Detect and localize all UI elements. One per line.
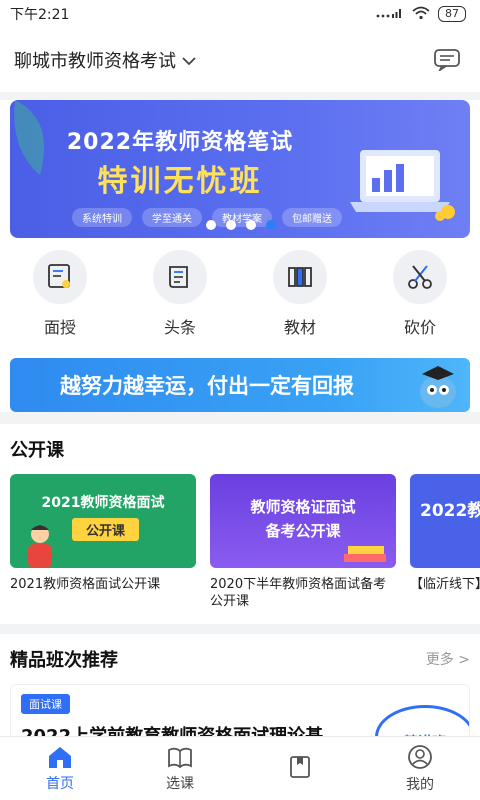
tab-label: 首页 [46, 775, 74, 792]
books-icon [273, 250, 327, 304]
message-icon[interactable] [434, 49, 460, 71]
top-header: 聊城市教师资格考试 [0, 28, 480, 92]
quick-link-face-teaching[interactable]: 面授 [15, 250, 105, 338]
course-thumb-subtitle: 备考公开课 [265, 522, 341, 540]
course-card[interactable]: 2022教 【临沂线下】师招考辅导 [410, 474, 480, 610]
course-carousel[interactable]: 2021教师资格面试 公开课 2021教师资格面试公开课 教师资格证面试 备考公… [0, 474, 480, 610]
course-caption: 2020下半年教师资格面试备考公开课 [210, 577, 387, 609]
banner-tag: 系统特训 [72, 208, 132, 227]
home-icon [49, 746, 71, 768]
banner-tag: 学至通关 [142, 208, 202, 227]
bottom-tab-bar: 首页 选课 我的 [0, 736, 480, 800]
carousel-dots [206, 220, 276, 230]
quick-link-label: 教材 [283, 318, 316, 337]
slogan-text: 越努力越幸运，付出一定有回报 [60, 374, 354, 398]
wifi-icon [412, 6, 430, 23]
course-thumb-title: 教师资格证面试 [250, 498, 356, 516]
top-card: 2022年教师资格笔试 特训无忧班 系统特训 学至通关 教材学案 包邮赠送 面授… [0, 100, 480, 412]
quick-link-label: 砍价 [403, 318, 436, 337]
banner-subtitle: 特训无忧班 [97, 164, 263, 199]
tab-profile[interactable]: 我的 [380, 744, 460, 794]
course-card[interactable]: 教师资格证面试 备考公开课 2020下半年教师资格面试备考公开课 [210, 474, 396, 610]
carousel-dot-active[interactable] [266, 220, 276, 230]
banner-title: 2022年教师资格笔试 [66, 130, 294, 155]
course-thumb-title: 2022教 [420, 501, 480, 521]
tab-courses[interactable]: 选课 [140, 745, 220, 793]
banner-tag: 包邮赠送 [282, 208, 342, 227]
chevron-down-icon [182, 50, 196, 71]
teacher-board-icon [33, 250, 87, 304]
course-caption: 2021教师资格面试公开课 [10, 577, 161, 592]
tab-label: 选课 [166, 775, 194, 792]
course-type-badge: 面试课 [21, 694, 70, 714]
course-thumbnail: 教师资格证面试 备考公开课 [210, 474, 396, 568]
carousel-dot[interactable] [226, 220, 236, 230]
quick-link-headlines[interactable]: 头条 [135, 250, 225, 338]
scissors-icon [393, 250, 447, 304]
tab-label: 我的 [406, 776, 434, 793]
status-time: 下午2:21 [10, 7, 70, 23]
course-thumb-title: 2021教师资格面试 [41, 495, 165, 511]
status-bar: 下午2:21 87 [0, 0, 480, 28]
course-thumbnail: 2021教师资格面试 公开课 [10, 474, 196, 568]
quick-link-bargain[interactable]: 砍价 [375, 250, 465, 338]
user-icon [408, 744, 432, 769]
tab-home[interactable]: 首页 [20, 745, 100, 793]
more-link[interactable]: 更多 > [426, 649, 470, 669]
course-thumb-button: 公开课 [72, 518, 140, 541]
course-card[interactable]: 2021教师资格面试 公开课 2021教师资格面试公开课 [10, 474, 196, 610]
main-content: 2022年教师资格笔试 特训无忧班 系统特训 学至通关 教材学案 包邮赠送 面授… [0, 92, 480, 748]
quick-link-label: 头条 [163, 318, 196, 337]
recommend-header: 精品班次推荐 更多 > [0, 646, 480, 684]
open-courses-section: 公开课 2021教师资格面试 公开课 2021教师资格面试公开课 教师资格证面试… [0, 424, 480, 624]
quick-links: 面授 头条 教材 砍价 [0, 238, 480, 342]
laptop-illustration-icon [350, 150, 455, 221]
signal-icon [376, 7, 404, 22]
promo-banner[interactable]: 2022年教师资格笔试 特训无忧班 系统特训 学至通关 教材学案 包邮赠送 [10, 100, 470, 238]
open-courses-header: 公开课 [0, 436, 480, 474]
status-indicators: 87 [376, 6, 466, 23]
city-selector[interactable]: 聊城市教师资格考试 [14, 47, 196, 73]
carousel-dot[interactable] [246, 220, 256, 230]
teacher-figure-icon [28, 525, 52, 568]
open-book-icon [168, 747, 192, 768]
course-thumbnail: 2022教 [410, 474, 480, 568]
study-icon [290, 755, 310, 778]
quick-link-label: 面授 [43, 318, 76, 337]
tab-study[interactable] [260, 755, 340, 783]
book-stack-icon [344, 546, 386, 562]
slogan-banner[interactable]: 越努力越幸运，付出一定有回报 [10, 358, 470, 412]
news-scroll-icon [153, 250, 207, 304]
course-caption: 【临沂线下】师招考辅导 [410, 577, 480, 592]
carousel-dot[interactable] [206, 220, 216, 230]
graduate-mascot-icon [420, 366, 456, 408]
battery-icon: 87 [438, 6, 466, 22]
section-title: 精品班次推荐 [10, 650, 118, 671]
section-title: 公开课 [10, 440, 64, 461]
recommend-section: 精品班次推荐 更多 > 面试课 2022上学前教育教师资格面试理论基 精讲班 [0, 634, 480, 748]
city-label: 聊城市教师资格考试 [14, 51, 176, 72]
quick-link-textbooks[interactable]: 教材 [255, 250, 345, 338]
